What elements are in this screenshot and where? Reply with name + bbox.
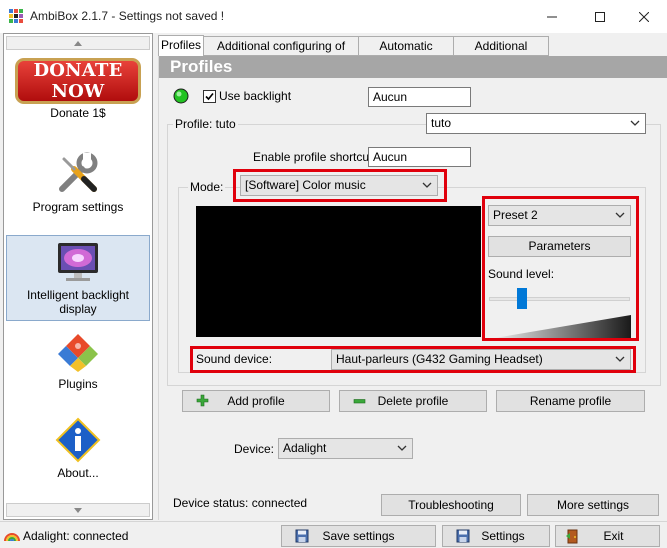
device-status-text: Device status: connected bbox=[173, 496, 308, 510]
info-icon bbox=[55, 417, 101, 463]
arrow-down-icon bbox=[74, 507, 82, 513]
add-profile-button[interactable]: Add profile bbox=[182, 390, 330, 412]
device-label: Device: bbox=[234, 442, 275, 456]
sidebar-scroll-down-button[interactable] bbox=[6, 503, 150, 517]
exit-button[interactable]: Exit bbox=[555, 525, 660, 547]
highlight-box-preset bbox=[482, 196, 639, 341]
donate-banner-text: DONATE NOW bbox=[33, 60, 123, 102]
tab-additional-zones[interactable]: Additional configuring of zones bbox=[203, 36, 359, 71]
plus-icon bbox=[196, 394, 209, 407]
tab-automatic-profiles[interactable]: Automatic profiles bbox=[358, 36, 454, 71]
rename-profile-button[interactable]: Rename profile bbox=[496, 390, 645, 412]
page-title: Profiles bbox=[159, 56, 667, 78]
chevron-down-icon bbox=[397, 445, 407, 451]
sidebar-scroll-up-button[interactable] bbox=[6, 36, 150, 50]
minus-icon bbox=[353, 399, 366, 404]
status-bar: Adalight: connected Save settings Settin… bbox=[0, 521, 667, 548]
profile-label: Profile: tuto bbox=[173, 117, 238, 131]
delete-profile-label: Delete profile bbox=[377, 394, 449, 408]
use-backlight-label: Use backlight bbox=[219, 89, 292, 103]
save-settings-label: Save settings bbox=[322, 529, 395, 543]
highlight-box-mode bbox=[233, 169, 447, 202]
sidebar-item-about[interactable]: About... bbox=[6, 417, 150, 480]
close-button[interactable] bbox=[621, 0, 667, 33]
save-icon bbox=[295, 529, 309, 543]
donate-now-banner[interactable]: DONATE NOW bbox=[15, 58, 141, 104]
puzzle-icon bbox=[58, 334, 98, 372]
exit-label: Exit bbox=[603, 529, 624, 543]
window-title: AmbiBox 2.1.7 - Settings not saved ! bbox=[30, 9, 225, 23]
sidebar-item-plugins[interactable]: Plugins bbox=[6, 330, 150, 391]
maximize-icon bbox=[595, 11, 605, 22]
highlight-box-sound-device bbox=[190, 346, 636, 373]
sidebar-item-intelligent-backlight[interactable]: Intelligent backlight display bbox=[6, 235, 150, 321]
sidebar: DONATE NOW Donate 1$ Program settings In… bbox=[3, 33, 153, 520]
save-icon bbox=[456, 529, 470, 543]
mode-label: Mode: bbox=[188, 180, 226, 194]
profile-select-value: tuto bbox=[431, 116, 452, 130]
troubleshooting-button[interactable]: Troubleshooting bbox=[381, 494, 521, 516]
profile-select[interactable]: tuto bbox=[426, 113, 646, 134]
save-settings-button[interactable]: Save settings bbox=[281, 525, 436, 547]
settings-button[interactable]: Settings bbox=[442, 525, 550, 547]
status-led-icon bbox=[173, 88, 189, 104]
profile-shortcut-field[interactable]: Aucun bbox=[368, 147, 471, 167]
sidebar-item-label: Donate 1$ bbox=[50, 106, 106, 120]
checkmark-icon bbox=[205, 92, 214, 101]
device-select[interactable]: Adalight bbox=[278, 438, 413, 459]
exit-door-icon bbox=[566, 529, 578, 544]
shortcut-label: Enable profile shortcut: bbox=[253, 150, 376, 164]
rainbow-icon bbox=[4, 533, 20, 542]
sidebar-item-donate[interactable]: DONATE NOW Donate 1$ bbox=[6, 58, 150, 120]
sidebar-item-label: Intelligent backlight display bbox=[26, 288, 130, 316]
minimize-icon bbox=[547, 16, 557, 17]
close-icon bbox=[639, 11, 649, 22]
title-bar: AmbiBox 2.1.7 - Settings not saved ! bbox=[0, 0, 667, 33]
arrow-up-icon bbox=[74, 40, 82, 46]
minimize-button[interactable] bbox=[529, 0, 575, 33]
tools-icon bbox=[59, 152, 98, 192]
sidebar-item-label: Plugins bbox=[58, 377, 98, 391]
tab-additional-settings[interactable]: Additional settings bbox=[453, 36, 549, 71]
more-settings-button[interactable]: More settings bbox=[527, 494, 659, 516]
sidebar-item-label: About... bbox=[57, 466, 99, 480]
ambibox-app-icon bbox=[9, 9, 23, 23]
color-music-preview bbox=[196, 206, 481, 337]
sidebar-item-program-settings[interactable]: Program settings bbox=[6, 149, 150, 214]
settings-label: Settings bbox=[481, 529, 525, 543]
backlight-shortcut-field[interactable]: Aucun bbox=[368, 87, 471, 107]
tab-profiles[interactable]: Profiles bbox=[158, 35, 204, 57]
sidebar-item-label: Program settings bbox=[32, 200, 124, 214]
chevron-down-icon bbox=[630, 120, 640, 126]
delete-profile-button[interactable]: Delete profile bbox=[339, 390, 487, 412]
profiles-panel: Profiles Use backlight Aucun Profile: tu… bbox=[158, 56, 667, 520]
use-backlight-checkbox[interactable] bbox=[203, 90, 216, 103]
device-select-value: Adalight bbox=[283, 441, 327, 455]
maximize-button[interactable] bbox=[577, 0, 623, 33]
status-text: Adalight: connected bbox=[23, 529, 129, 543]
add-profile-label: Add profile bbox=[227, 394, 285, 408]
monitor-icon bbox=[58, 243, 98, 281]
